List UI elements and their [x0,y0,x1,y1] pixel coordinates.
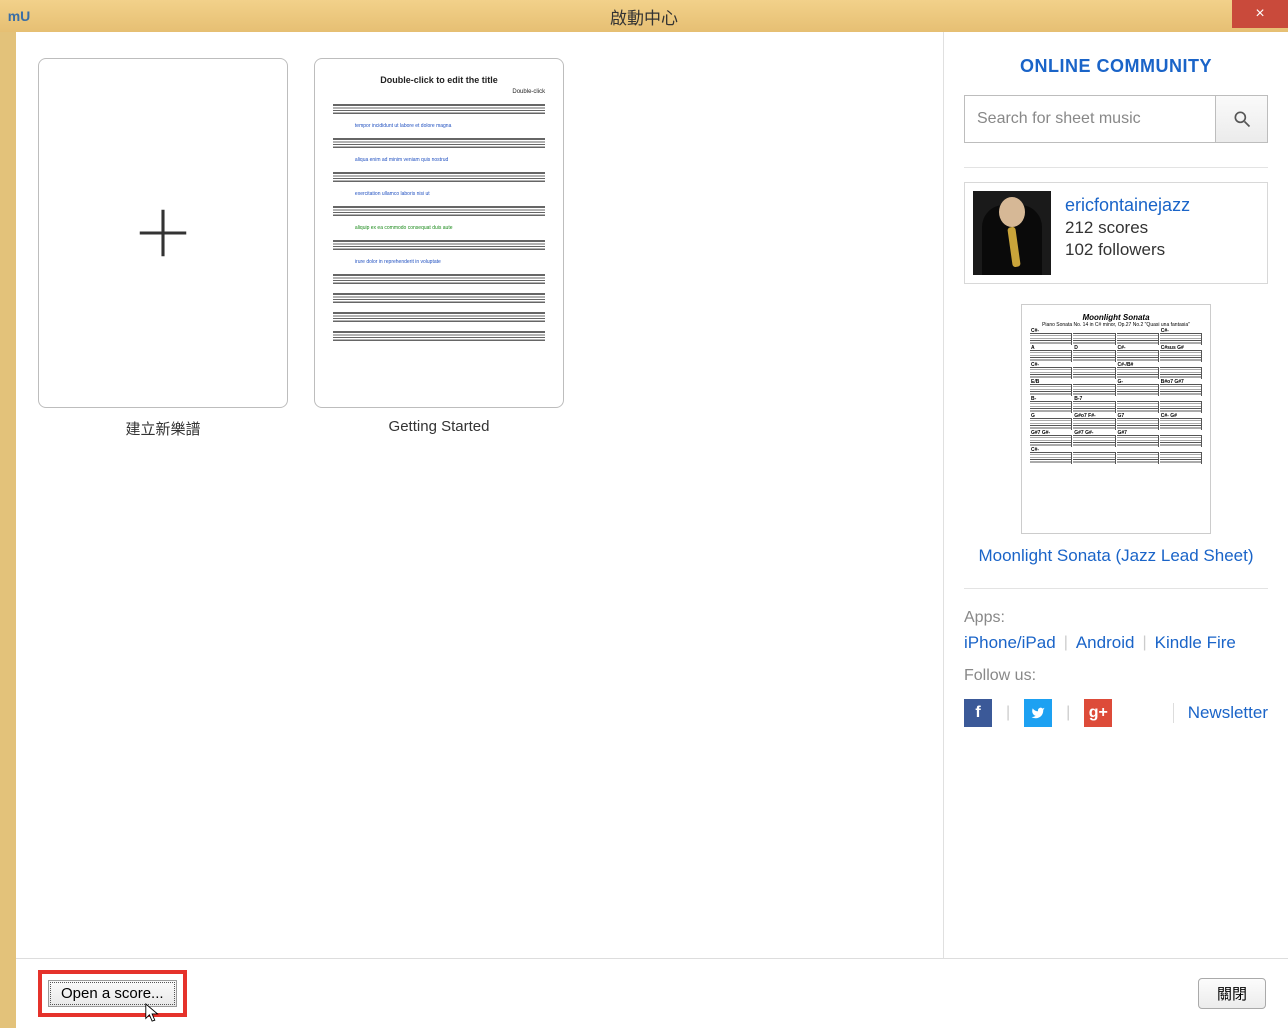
open-score-button[interactable]: Open a score... [48,980,177,1007]
twitter-icon[interactable] [1024,699,1052,727]
content-area: 建立新樂譜 Double-click to edit the title Dou… [16,32,1288,1028]
titlebar: mU 啟動中心 × [0,0,1288,32]
plus-icon [132,202,194,264]
footer: Open a score... 關閉 [16,958,1288,1028]
separator: | [1142,634,1146,652]
getting-started-label: Getting Started [389,418,490,435]
window-title: 啟動中心 [610,4,678,29]
user-followers-count: 102 followers [1065,240,1190,260]
open-score-highlight: Open a score... [38,970,187,1017]
social-row: f | | g+ Newsletter [964,699,1268,727]
featured-user-card[interactable]: ericfontainejazz 212 scores 102 follower… [964,182,1268,284]
score-preview: Double-click to edit the title Double-cl… [325,69,553,396]
preview-title: Double-click to edit the title [333,75,545,85]
google-plus-icon[interactable]: g+ [1084,699,1112,727]
separator: | [1066,704,1070,722]
search-icon [1232,109,1252,129]
featured-score-link[interactable]: Moonlight Sonata (Jazz Lead Sheet) [978,546,1253,566]
newsletter-link[interactable]: Newsletter [1173,703,1268,723]
sidebar: ONLINE COMMUNITY ericfon [943,32,1288,958]
avatar [973,191,1051,275]
separator: | [1006,704,1010,722]
follow-us-label: Follow us: [964,667,1268,685]
featured-score: Moonlight Sonata Piano Sonata No. 14 in … [964,304,1268,566]
iphone-ipad-link[interactable]: iPhone/iPad [964,633,1056,653]
tile-create-wrap: 建立新樂譜 [38,58,288,439]
search-row [964,95,1268,143]
tiles-area: 建立新樂譜 Double-click to edit the title Dou… [16,32,943,958]
getting-started-tile[interactable]: Double-click to edit the title Double-cl… [314,58,564,408]
close-icon: × [1255,5,1264,23]
search-button[interactable] [1215,96,1267,142]
tile-getting-started-wrap: Double-click to edit the title Double-cl… [314,58,564,435]
kindle-fire-link[interactable]: Kindle Fire [1155,633,1236,653]
main-row: 建立新樂譜 Double-click to edit the title Dou… [16,32,1288,958]
android-link[interactable]: Android [1076,633,1135,653]
preview-subtitle: Double-click [333,89,545,95]
apps-links: iPhone/iPad | Android | Kindle Fire [964,633,1268,653]
search-input[interactable] [965,96,1215,142]
create-new-score-label: 建立新樂譜 [125,418,200,439]
apps-label: Apps: [964,609,1268,627]
online-community-title: ONLINE COMMUNITY [964,56,1268,77]
apps-section: Apps: iPhone/iPad | Android | Kindle Fir… [964,609,1268,653]
close-window-button[interactable]: × [1232,0,1288,28]
featured-thumb-title: Moonlight Sonata [1030,313,1202,322]
user-scores-count: 212 scores [1065,218,1190,238]
separator: | [1064,634,1068,652]
user-info: ericfontainejazz 212 scores 102 follower… [1065,191,1190,275]
app-icon: mU [8,6,30,26]
create-new-score-tile[interactable] [38,58,288,408]
facebook-icon[interactable]: f [964,699,992,727]
featured-score-thumbnail[interactable]: Moonlight Sonata Piano Sonata No. 14 in … [1021,304,1211,534]
user-name-link[interactable]: ericfontainejazz [1065,195,1190,216]
divider [964,588,1268,589]
close-button[interactable]: 關閉 [1198,978,1266,1009]
divider [964,167,1268,168]
